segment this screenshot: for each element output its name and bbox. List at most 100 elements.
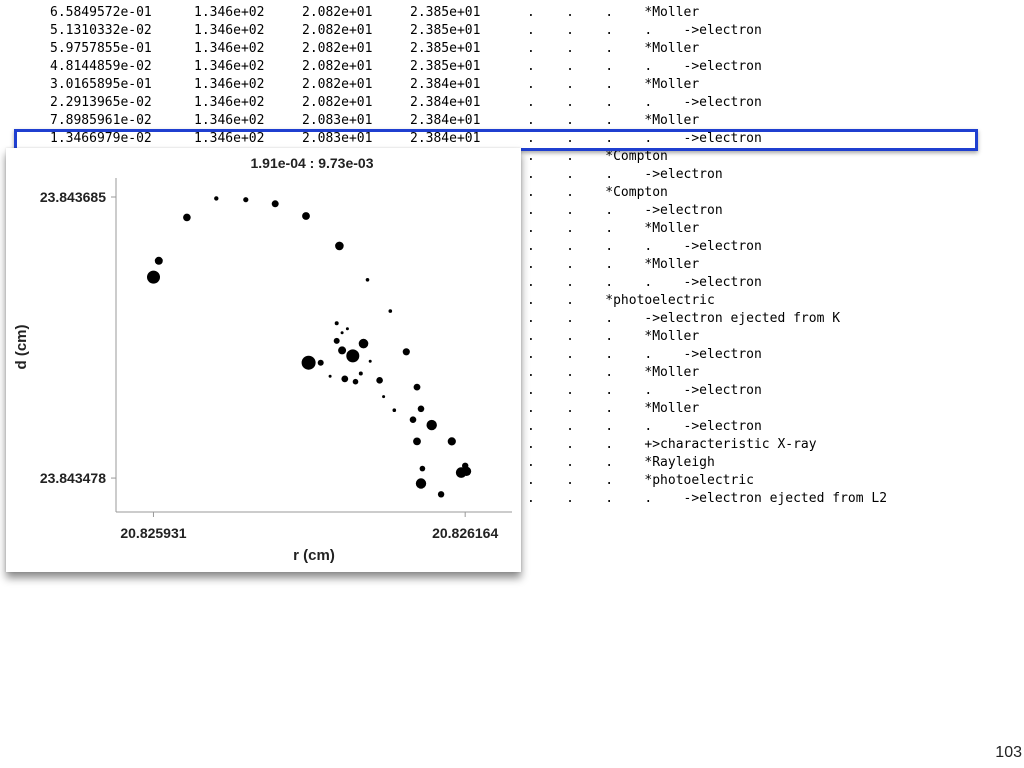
log-cell-e: 1.346e+02: [194, 95, 265, 110]
log-cell-d: 2.384e+01: [410, 77, 481, 92]
log-cell-tree: . . *photoelectric: [527, 293, 715, 308]
log-row: 5.1310332e-02 1.346e+02 2.082e+01 2.385e+01…: [0, 22, 1024, 40]
log-cell-val: 4.8144859e-02: [50, 59, 152, 74]
log-cell-tree: . . . . ->electron: [527, 59, 762, 74]
log-cell-r: 2.083e+01: [302, 113, 373, 128]
data-point: [419, 465, 426, 472]
x-tick-label: 20.825931: [120, 525, 186, 541]
log-cell-e: 1.346e+02: [194, 23, 265, 38]
log-cell-val: 6.5849572e-01: [50, 5, 152, 20]
chart-card: 1.91e-04 : 9.73e-03 d (cm) r (cm) 20.825…: [6, 148, 521, 572]
log-cell-tree: . . . ->electron ejected from K: [527, 311, 841, 326]
log-cell-tree: . . . *Rayleigh: [527, 455, 715, 470]
log-cell-r: 2.082e+01: [302, 59, 373, 74]
log-cell-tree: . . . *Moller: [527, 41, 700, 56]
data-point: [301, 355, 316, 370]
log-cell-r: 2.082e+01: [302, 5, 373, 20]
log-cell-tree: . . . . ->electron: [527, 383, 762, 398]
log-cell-tree: . . . *Moller: [527, 401, 700, 416]
axis-ticks: 20.825931 20.826164 23.843685 23.843478: [40, 189, 499, 541]
data-point: [358, 338, 369, 349]
data-points: [147, 196, 472, 498]
x-axis-label: r (cm): [293, 547, 335, 564]
data-point: [426, 419, 437, 431]
log-cell-d: 2.385e+01: [410, 41, 481, 56]
page-number: 103: [995, 744, 1022, 761]
log-cell-tree: . . . . ->electron ejected from L2: [527, 491, 888, 506]
data-point: [338, 346, 347, 355]
log-cell-tree: . . . *Moller: [527, 329, 700, 344]
log-row: 2.2913965e-02 1.346e+02 2.082e+01 2.384e+01…: [0, 94, 1024, 112]
log-cell-val: 5.9757855e-01: [50, 41, 152, 56]
data-point: [345, 327, 349, 331]
log-cell-r: 2.082e+01: [302, 95, 373, 110]
log-row: 6.5849572e-01 1.346e+02 2.082e+01 2.385e+01…: [0, 4, 1024, 22]
data-point: [271, 200, 279, 208]
log-cell-tree: . . . *Moller: [527, 365, 700, 380]
data-point: [154, 256, 163, 265]
log-cell-tree: . . . *Moller: [527, 5, 700, 20]
data-point: [352, 378, 359, 385]
data-point: [413, 383, 421, 391]
data-point: [328, 374, 332, 378]
log-row: 7.8985961e-02 1.346e+02 2.083e+01 2.384e+01…: [0, 112, 1024, 130]
log-cell-val: 5.1310332e-02: [50, 23, 152, 38]
data-point: [409, 416, 417, 424]
log-cell-e: 1.346e+02: [194, 5, 265, 20]
log-cell-val: 3.0165895e-01: [50, 77, 152, 92]
log-cell-val: 7.8985961e-02: [50, 113, 152, 128]
log-row: 3.0165895e-01 1.346e+02 2.082e+01 2.384e+01…: [0, 76, 1024, 94]
log-cell-tree: . . . . ->electron: [527, 95, 762, 110]
chart-title: 1.91e-04 : 9.73e-03: [251, 155, 374, 171]
data-point: [358, 371, 363, 376]
log-cell-r: 2.082e+01: [302, 77, 373, 92]
data-point: [417, 405, 425, 413]
log-cell-d: 2.384e+01: [410, 113, 481, 128]
log-cell-tree: . . . . ->electron: [527, 419, 762, 434]
data-point: [302, 212, 310, 220]
log-cell-tree: . . . *Moller: [527, 257, 700, 272]
scatter-plot: 1.91e-04 : 9.73e-03 d (cm) r (cm) 20.825…: [13, 155, 512, 564]
log-cell-e: 1.346e+02: [194, 41, 265, 56]
log-cell-val: 2.2913965e-02: [50, 95, 152, 110]
log-cell-tree: . . *Compton: [527, 185, 668, 200]
data-point: [447, 437, 456, 446]
data-point: [341, 375, 349, 383]
log-cell-tree: . . . *Moller: [527, 221, 700, 236]
log-cell-d: 2.385e+01: [410, 23, 481, 38]
log-cell-tree: . . . *Moller: [527, 77, 700, 92]
log-cell-d: 2.384e+01: [410, 95, 481, 110]
data-point: [334, 321, 339, 326]
data-point: [402, 348, 410, 356]
data-point: [392, 408, 397, 413]
data-point: [388, 309, 393, 313]
data-point: [382, 395, 386, 399]
log-row: 5.9757855e-01 1.346e+02 2.082e+01 2.385e+01…: [0, 40, 1024, 58]
log-cell-e: 1.346e+02: [194, 77, 265, 92]
data-point: [346, 349, 360, 363]
x-tick-label: 20.826164: [432, 525, 498, 541]
data-point: [376, 377, 383, 384]
log-cell-tree: . . . . ->electron: [527, 23, 762, 38]
y-tick-label: 23.843478: [40, 470, 106, 486]
log-cell-d: 2.385e+01: [410, 5, 481, 20]
log-cell-tree: . . . . ->electron: [527, 347, 762, 362]
log-row: 4.8144859e-02 1.346e+02 2.082e+01 2.385e+01…: [0, 58, 1024, 76]
log-cell-tree: . . . ->electron: [527, 203, 723, 218]
data-point: [461, 466, 472, 476]
data-point: [415, 478, 427, 489]
log-cell-e: 1.346e+02: [194, 113, 265, 128]
log-cell-r: 2.082e+01: [302, 23, 373, 38]
log-cell-tree: . . . *photoelectric: [527, 473, 754, 488]
data-point: [333, 337, 340, 344]
data-point: [317, 359, 324, 366]
log-cell-tree: . . . ->electron: [527, 167, 723, 182]
y-axis-label: d (cm): [13, 324, 30, 369]
data-point: [340, 331, 344, 335]
data-point: [413, 437, 421, 446]
y-tick-label: 23.843685: [40, 189, 106, 205]
data-point: [214, 196, 219, 201]
log-cell-e: 1.346e+02: [194, 59, 265, 74]
log-cell-tree: . . . *Moller: [527, 113, 700, 128]
log-cell-d: 2.385e+01: [410, 59, 481, 74]
